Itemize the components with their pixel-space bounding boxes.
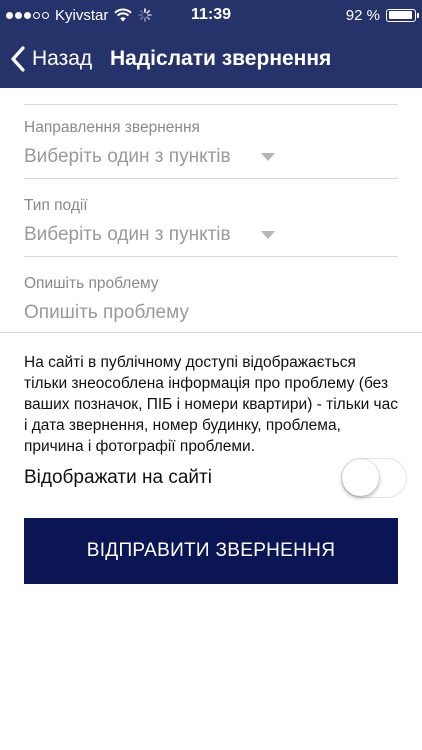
navigation-bar: Назад Надіслати звернення	[0, 30, 422, 88]
description-label: Опишіть проблему	[24, 275, 159, 292]
show-on-site-row: Відображати на сайті	[24, 458, 407, 498]
submit-button[interactable]: ВІДПРАВИТИ ЗВЕРНЕННЯ	[24, 518, 398, 584]
status-bar: Kyivstar 11:39 92 %	[0, 0, 422, 30]
page-title: Надіслати звернення	[110, 47, 332, 70]
signal-strength-icon	[6, 11, 49, 19]
direction-select-value: Виберіть один з пунктів	[24, 146, 231, 167]
event-type-select-value: Виберіть один з пунктів	[24, 224, 231, 245]
caret-down-icon	[260, 231, 275, 239]
carrier-name: Kyivstar	[55, 6, 109, 24]
toggle-knob	[342, 459, 379, 496]
activity-spinner-icon	[138, 8, 153, 22]
direction-select[interactable]: Виберіть один з пунктів	[24, 144, 398, 170]
section-divider	[0, 332, 422, 333]
field-underline	[24, 178, 398, 179]
show-on-site-label: Відображати на сайті	[24, 467, 212, 488]
signal-dot	[33, 11, 40, 19]
signal-dot	[15, 11, 22, 19]
status-right: 92 %	[345, 0, 419, 30]
description-input[interactable]	[24, 300, 398, 326]
back-label: Назад	[32, 47, 93, 70]
show-on-site-toggle[interactable]	[341, 458, 407, 498]
back-button[interactable]: Назад	[10, 30, 92, 88]
status-left: Kyivstar	[6, 0, 153, 30]
signal-dot	[24, 11, 31, 19]
battery-icon	[386, 8, 419, 22]
privacy-info-text: На сайті в публічному доступі відображає…	[24, 354, 398, 455]
event-type-label: Тип події	[24, 197, 88, 214]
signal-dot	[42, 11, 49, 19]
event-type-field: Тип події Виберіть один з пунктів	[24, 196, 398, 257]
direction-label: Направлення звернення	[24, 119, 200, 136]
chevron-left-icon	[11, 46, 25, 72]
battery-percent: 92 %	[345, 6, 380, 24]
event-type-select[interactable]: Виберіть один з пунктів	[24, 222, 398, 248]
wifi-icon	[114, 8, 133, 22]
direction-field: Направлення звернення Виберіть один з пу…	[24, 118, 398, 179]
battery-fill	[388, 11, 412, 19]
caret-down-icon	[260, 153, 275, 161]
field-underline	[24, 256, 398, 257]
divider	[24, 104, 398, 105]
description-field: Опишіть проблему	[24, 274, 398, 326]
signal-dot	[6, 11, 13, 19]
